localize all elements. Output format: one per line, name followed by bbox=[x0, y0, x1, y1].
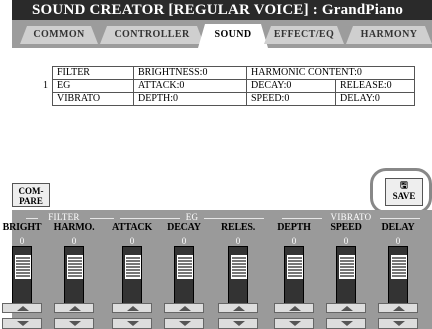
parameter-table: FILTER BRIGHTNESS:0 HARMONIC CONTENT:0 1… bbox=[36, 66, 415, 106]
tab-effect-eq[interactable]: EFFECT/EQ bbox=[264, 26, 344, 44]
decrease-button-delay[interactable] bbox=[378, 318, 418, 329]
increase-button-delay[interactable] bbox=[378, 303, 418, 313]
knob-value-decay: 0 bbox=[181, 236, 187, 246]
decrease-button-depth[interactable] bbox=[274, 318, 314, 329]
slider-decay[interactable] bbox=[174, 246, 194, 308]
knob-value-speed: 0 bbox=[343, 236, 349, 246]
param-cell[interactable]: FILTER bbox=[52, 66, 134, 80]
knob-label-speed: SPEED bbox=[330, 222, 362, 233]
slider-handle[interactable] bbox=[125, 255, 141, 279]
param-cell[interactable]: BRIGHTNESS:0 bbox=[133, 66, 247, 80]
slider-handle[interactable] bbox=[287, 255, 303, 279]
knob-value-harmo: 0 bbox=[71, 236, 77, 246]
increase-button-speed[interactable] bbox=[326, 303, 366, 313]
compare-button[interactable]: COM- PARE bbox=[12, 183, 50, 207]
group-divider bbox=[204, 218, 264, 219]
sound-panel: FILTER BRIGHTNESS:0 HARMONIC CONTENT:0 1… bbox=[12, 48, 432, 208]
param-cell[interactable]: VIBRATO bbox=[52, 92, 134, 106]
slider-handle[interactable] bbox=[391, 255, 407, 279]
tab-bar: COMMON CONTROLLER SOUND EFFECT/EQ HARMON… bbox=[12, 20, 432, 48]
knob-label-decay: DECAY bbox=[167, 222, 201, 233]
increase-button-harmo[interactable] bbox=[54, 303, 94, 313]
slider-handle[interactable] bbox=[177, 255, 193, 279]
save-button[interactable]: 🖫 SAVE bbox=[385, 178, 423, 206]
increase-button-attack[interactable] bbox=[112, 303, 152, 313]
decrease-button-harmo[interactable] bbox=[54, 318, 94, 329]
param-cell[interactable]: DELAY:0 bbox=[335, 92, 415, 106]
decrease-button-attack[interactable] bbox=[112, 318, 152, 329]
param-cell[interactable]: EG bbox=[52, 79, 134, 93]
tab-harmony[interactable]: HARMONY bbox=[346, 26, 432, 44]
window-title: SOUND CREATOR [REGULAR VOICE] : GrandPia… bbox=[32, 2, 404, 18]
decrease-button-bright[interactable] bbox=[2, 318, 42, 329]
tab-controller[interactable]: CONTROLLER bbox=[100, 26, 204, 44]
knob-label-bright: BRIGHT bbox=[2, 222, 42, 233]
group-divider bbox=[282, 218, 322, 219]
slider-delay[interactable] bbox=[388, 246, 408, 308]
group-label-vibrato: VIBRATO bbox=[330, 212, 372, 222]
param-cell[interactable]: DEPTH:0 bbox=[133, 92, 247, 106]
knob-value-bright: 0 bbox=[19, 236, 25, 246]
tab-common[interactable]: COMMON bbox=[20, 26, 98, 44]
row-number-blank bbox=[36, 93, 53, 106]
knob-value-reles: 0 bbox=[235, 236, 241, 246]
slider-harmo[interactable] bbox=[64, 246, 84, 308]
compare-label-line1: COM- bbox=[18, 186, 44, 196]
slider-reles[interactable] bbox=[228, 246, 248, 308]
slider-handle[interactable] bbox=[67, 255, 83, 279]
increase-button-depth[interactable] bbox=[274, 303, 314, 313]
slider-handle[interactable] bbox=[15, 255, 31, 279]
increase-button-bright[interactable] bbox=[2, 303, 42, 313]
knob-label-reles: RELES. bbox=[220, 222, 256, 233]
decrease-button-speed[interactable] bbox=[326, 318, 366, 329]
param-cell[interactable]: RELEASE:0 bbox=[335, 79, 415, 93]
param-cell[interactable]: ATTACK:0 bbox=[133, 79, 247, 93]
controls-panel: FILTER EG VIBRATO BRIGHT 0 HARMO. 0 ATTA… bbox=[2, 210, 432, 329]
increase-button-reles[interactable] bbox=[218, 303, 258, 313]
group-divider bbox=[120, 218, 180, 219]
increase-button-decay[interactable] bbox=[164, 303, 204, 313]
knob-value-delay: 0 bbox=[395, 236, 401, 246]
knob-value-attack: 0 bbox=[129, 236, 135, 246]
group-divider bbox=[90, 218, 114, 219]
floppy-disk-icon: 🖫 bbox=[400, 180, 408, 190]
knob-label-delay: DELAY bbox=[381, 222, 415, 233]
param-cell[interactable]: SPEED:0 bbox=[246, 92, 336, 106]
knob-value-depth: 0 bbox=[291, 236, 297, 246]
save-highlight-ring: 🖫 SAVE bbox=[370, 168, 432, 214]
save-label: SAVE bbox=[392, 191, 416, 201]
knob-label-attack: ATTACK bbox=[111, 222, 153, 233]
decrease-button-decay[interactable] bbox=[164, 318, 204, 329]
knob-label-depth: DEPTH bbox=[277, 222, 311, 233]
compare-label-line2: PARE bbox=[19, 196, 43, 206]
slider-depth[interactable] bbox=[284, 246, 304, 308]
slider-handle[interactable] bbox=[231, 255, 247, 279]
group-label-eg: EG bbox=[185, 212, 199, 222]
group-label-filter: FILTER bbox=[48, 212, 80, 222]
slider-handle[interactable] bbox=[339, 255, 355, 279]
slider-attack[interactable] bbox=[122, 246, 142, 308]
param-cell[interactable]: HARMONIC CONTENT:0 bbox=[246, 66, 415, 80]
slider-speed[interactable] bbox=[336, 246, 356, 308]
window-title-bar: SOUND CREATOR [REGULAR VOICE] : GrandPia… bbox=[12, 0, 432, 20]
row-number: 1 bbox=[43, 80, 48, 91]
group-divider bbox=[26, 218, 38, 219]
param-cell[interactable]: DECAY:0 bbox=[246, 79, 336, 93]
tab-sound[interactable]: SOUND bbox=[198, 24, 268, 48]
slider-bright[interactable] bbox=[12, 246, 32, 308]
decrease-button-reles[interactable] bbox=[218, 318, 258, 329]
group-divider bbox=[380, 218, 420, 219]
knob-label-harmo: HARMO. bbox=[53, 222, 95, 233]
row-number-blank bbox=[36, 67, 53, 80]
